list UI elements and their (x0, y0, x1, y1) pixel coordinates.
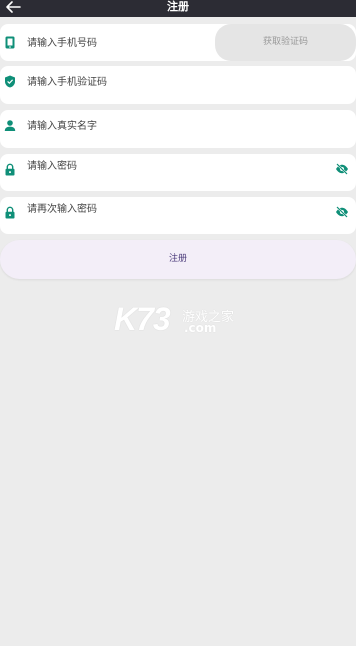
watermark-domain: .com (184, 321, 217, 335)
eye-off-icon[interactable] (335, 163, 349, 175)
k73-watermark-logo: K73 游戏之家 .com (114, 300, 244, 340)
app-bar: 注册 (0, 0, 356, 17)
register-button[interactable]: 注册 (0, 240, 356, 279)
password-field-row (0, 154, 356, 191)
person-icon (4, 120, 16, 131)
mobile-phone-icon (5, 36, 15, 49)
get-code-button[interactable]: 获取验证码 (215, 24, 356, 61)
password-input[interactable] (27, 159, 207, 173)
verification-code-input[interactable] (27, 75, 207, 89)
shield-icon (5, 75, 15, 88)
name-field-row (0, 110, 356, 148)
lock-icon (5, 163, 15, 176)
real-name-input[interactable] (27, 119, 207, 133)
code-field-row (0, 66, 356, 104)
confirm-password-field-row (0, 197, 356, 234)
lock-icon (5, 206, 15, 219)
page-title: 注册 (167, 0, 189, 13)
phone-input[interactable] (27, 36, 207, 50)
watermark-brand: K73 (114, 301, 171, 337)
eye-off-icon[interactable] (335, 206, 349, 218)
confirm-password-input[interactable] (27, 202, 207, 216)
